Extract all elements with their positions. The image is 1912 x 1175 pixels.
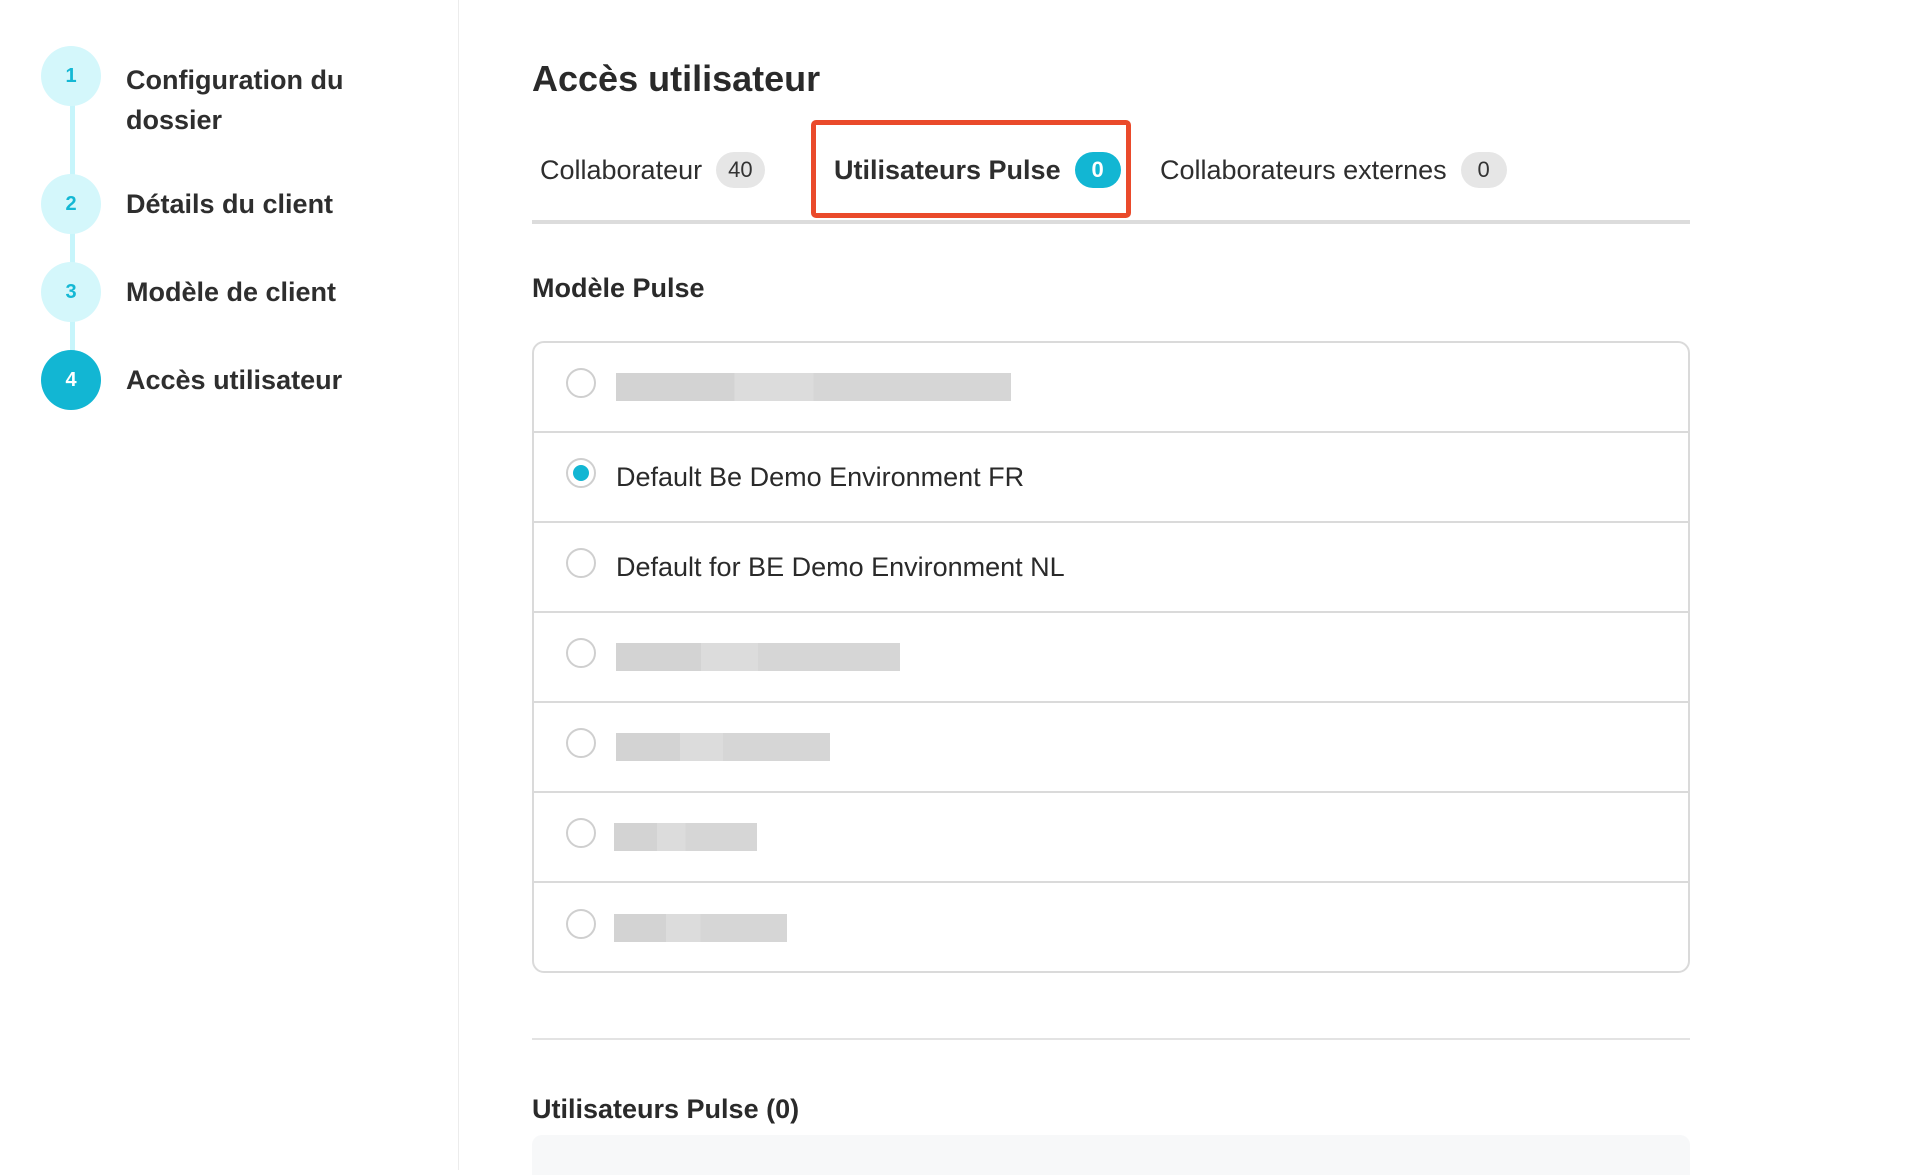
pulse-model-radio-list: Default Be Demo Environment FR Default f… (532, 341, 1690, 973)
model-option[interactable] (534, 343, 1688, 433)
step-number-badge: 4 (41, 350, 101, 410)
radio-button[interactable] (566, 909, 596, 939)
redacted-label (614, 823, 757, 851)
count-badge: 0 (1074, 152, 1121, 188)
redacted-label (614, 914, 787, 942)
radio-button[interactable] (566, 458, 596, 488)
tab-label: Collaborateurs externes (1160, 154, 1447, 185)
step-details-client[interactable]: 2 Détails du client (41, 174, 376, 234)
step-number-badge: 3 (41, 262, 101, 322)
page-title: Accès utilisateur (532, 58, 821, 99)
redacted-label (616, 373, 1011, 401)
step-acces-utilisateur[interactable]: 4 Accès utilisateur (41, 350, 376, 410)
redacted-label (616, 643, 900, 671)
count-badge: 0 (1460, 152, 1507, 188)
model-option[interactable] (534, 703, 1688, 793)
radio-button[interactable] (566, 548, 596, 578)
tab-utilisateurs-pulse[interactable]: Utilisateurs Pulse 0 (834, 120, 1121, 220)
radio-button[interactable] (566, 728, 596, 758)
model-option[interactable] (534, 613, 1688, 703)
pulse-users-panel (532, 1135, 1690, 1175)
tab-collaborateurs-externes[interactable]: Collaborateurs externes 0 (1160, 120, 1507, 220)
model-label: Default for BE Demo Environment NL (616, 551, 1065, 582)
tab-label: Utilisateurs Pulse (834, 154, 1061, 185)
stepper-connector (70, 100, 75, 370)
model-option[interactable] (534, 793, 1688, 883)
step-label: Configuration du dossier (126, 65, 344, 135)
step-configuration-dossier[interactable]: 1 Configuration du dossier (41, 46, 376, 140)
step-label: Détails du client (126, 189, 334, 219)
wizard-sidebar: 1 Configuration du dossier 2 Détails du … (0, 0, 459, 1170)
step-number-badge: 2 (41, 174, 101, 234)
users-section-title: Utilisateurs Pulse (0) (532, 1094, 800, 1124)
tab-label: Collaborateur (540, 154, 703, 185)
tab-collaborateur[interactable]: Collaborateur 40 (540, 120, 765, 220)
radio-button[interactable] (566, 818, 596, 848)
step-label: Modèle de client (126, 277, 337, 307)
model-option[interactable] (534, 883, 1688, 971)
radio-button[interactable] (566, 368, 596, 398)
section-divider (532, 1038, 1690, 1040)
model-option[interactable]: Default Be Demo Environment FR (534, 433, 1688, 523)
step-modele-client[interactable]: 3 Modèle de client (41, 262, 376, 322)
count-badge: 40 (716, 152, 765, 188)
radio-button[interactable] (566, 638, 596, 668)
model-option[interactable]: Default for BE Demo Environment NL (534, 523, 1688, 613)
model-label: Default Be Demo Environment FR (616, 461, 1025, 492)
step-number-badge: 1 (41, 46, 101, 106)
step-label: Accès utilisateur (126, 365, 343, 395)
redacted-label (616, 733, 830, 761)
model-section-title: Modèle Pulse (532, 273, 705, 303)
tab-bar: Collaborateur 40 Utilisateurs Pulse 0 Co… (532, 120, 1690, 224)
